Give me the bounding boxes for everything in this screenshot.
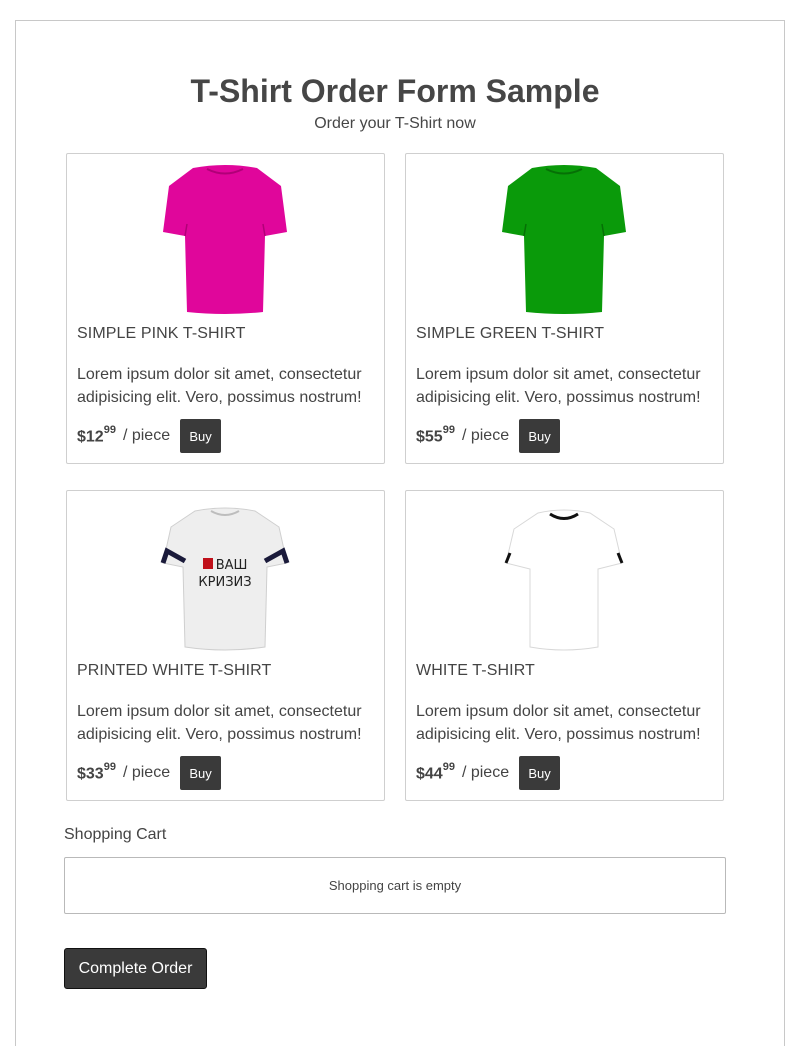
product-card-pink: SIMPLE PINK T-SHIRT Lorem ipsum dolor si… (66, 153, 385, 464)
product-card-printed-white: Я ВАШ КРИЗИЗ PRINTED WHITE T-SHIRT Lorem… (66, 490, 385, 801)
price-row: $5599 / piece Buy (416, 419, 561, 453)
shopping-cart-label: Shopping Cart (64, 826, 167, 843)
price-cents: 99 (442, 423, 455, 436)
product-name: PRINTED WHITE T-SHIRT (77, 662, 272, 679)
white-tshirt-image (504, 509, 624, 651)
product-card-white: WHITE T-SHIRT Lorem ipsum dolor sit amet… (405, 490, 724, 801)
buy-button[interactable]: Buy (180, 756, 222, 790)
product-description: Lorem ipsum dolor sit amet, consectetur … (77, 703, 362, 743)
product-description: Lorem ipsum dolor sit amet, consectetur … (416, 703, 701, 743)
product-description: Lorem ipsum dolor sit amet, consectetur … (77, 366, 362, 406)
print-text-line2: КРИЗИЗ (198, 575, 251, 590)
price-row: $1299 / piece Buy (77, 419, 222, 453)
product-name: SIMPLE GREEN T-SHIRT (416, 325, 605, 342)
product-price: $3399 (77, 760, 116, 783)
price-cents: 99 (103, 423, 116, 436)
price-row: $3399 / piece Buy (77, 756, 222, 790)
product-price: $4499 (416, 760, 455, 783)
page-subtitle: Order your T-Shirt now (314, 115, 476, 132)
green-tshirt-image (502, 165, 626, 314)
cart-empty-text: Shopping cart is empty (328, 878, 462, 893)
product-name: WHITE T-SHIRT (416, 662, 535, 679)
price-unit: / piece (122, 427, 171, 444)
product-description: Lorem ipsum dolor sit amet, consectetur … (416, 366, 701, 406)
price-unit: / piece (122, 764, 171, 781)
price-dollars: $55 (416, 428, 443, 446)
price-dollars: $12 (77, 428, 104, 446)
price-unit: / piece (461, 764, 510, 781)
price-row: $4499 / piece Buy (416, 756, 561, 790)
print-logo-icon (203, 558, 213, 569)
pink-tshirt-image (163, 165, 287, 314)
price-dollars: $33 (77, 765, 104, 783)
shopping-cart-box: Shopping cart is empty (64, 857, 726, 914)
product-price: $1299 (77, 423, 116, 446)
complete-order-button[interactable]: Complete Order (64, 948, 207, 989)
product-price: $5599 (416, 423, 455, 446)
price-dollars: $44 (416, 765, 443, 783)
printed-white-tshirt-image: Я ВАШ КРИЗИЗ (160, 507, 290, 651)
buy-button[interactable]: Buy (519, 756, 561, 790)
price-unit: / piece (461, 427, 510, 444)
buy-button[interactable]: Buy (180, 419, 222, 453)
buy-button[interactable]: Buy (519, 419, 561, 453)
product-name: SIMPLE PINK T-SHIRT (77, 325, 246, 342)
product-card-green: SIMPLE GREEN T-SHIRT Lorem ipsum dolor s… (405, 153, 724, 464)
price-cents: 99 (103, 760, 116, 773)
page-title: T-Shirt Order Form Sample (190, 73, 600, 109)
price-cents: 99 (442, 760, 455, 773)
